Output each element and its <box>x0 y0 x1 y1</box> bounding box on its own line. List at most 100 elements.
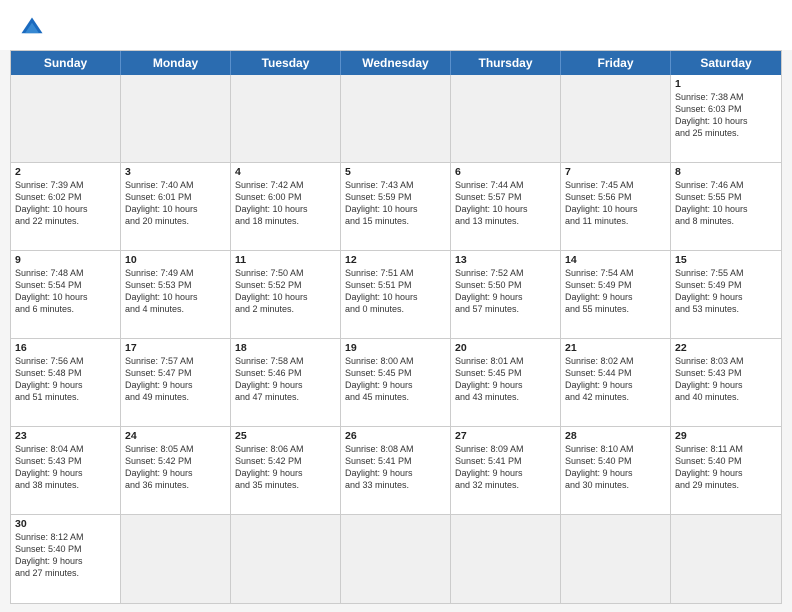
day-info: Sunrise: 8:02 AM Sunset: 5:44 PM Dayligh… <box>565 355 666 404</box>
day-number: 20 <box>455 342 556 354</box>
day-cell-16: 16Sunrise: 7:56 AM Sunset: 5:48 PM Dayli… <box>11 339 121 427</box>
day-info: Sunrise: 7:51 AM Sunset: 5:51 PM Dayligh… <box>345 267 446 316</box>
day-number: 11 <box>235 254 336 266</box>
day-cell-17: 17Sunrise: 7:57 AM Sunset: 5:47 PM Dayli… <box>121 339 231 427</box>
day-cell-empty <box>561 75 671 163</box>
calendar: SundayMondayTuesdayWednesdayThursdayFrid… <box>10 50 782 604</box>
day-info: Sunrise: 7:50 AM Sunset: 5:52 PM Dayligh… <box>235 267 336 316</box>
day-header-sunday: Sunday <box>11 51 121 75</box>
day-header-wednesday: Wednesday <box>341 51 451 75</box>
day-cell-7: 7Sunrise: 7:45 AM Sunset: 5:56 PM Daylig… <box>561 163 671 251</box>
day-number: 9 <box>15 254 116 266</box>
day-number: 22 <box>675 342 777 354</box>
day-info: Sunrise: 8:09 AM Sunset: 5:41 PM Dayligh… <box>455 443 556 492</box>
day-info: Sunrise: 7:54 AM Sunset: 5:49 PM Dayligh… <box>565 267 666 316</box>
day-cell-empty <box>561 515 671 603</box>
day-number: 6 <box>455 166 556 178</box>
day-cell-14: 14Sunrise: 7:54 AM Sunset: 5:49 PM Dayli… <box>561 251 671 339</box>
day-cell-empty <box>341 75 451 163</box>
day-info: Sunrise: 7:45 AM Sunset: 5:56 PM Dayligh… <box>565 179 666 228</box>
day-info: Sunrise: 8:05 AM Sunset: 5:42 PM Dayligh… <box>125 443 226 492</box>
day-cell-22: 22Sunrise: 8:03 AM Sunset: 5:43 PM Dayli… <box>671 339 781 427</box>
day-cell-12: 12Sunrise: 7:51 AM Sunset: 5:51 PM Dayli… <box>341 251 451 339</box>
day-info: Sunrise: 7:48 AM Sunset: 5:54 PM Dayligh… <box>15 267 116 316</box>
day-number: 23 <box>15 430 116 442</box>
day-info: Sunrise: 7:55 AM Sunset: 5:49 PM Dayligh… <box>675 267 777 316</box>
day-cell-empty <box>671 515 781 603</box>
day-info: Sunrise: 7:40 AM Sunset: 6:01 PM Dayligh… <box>125 179 226 228</box>
day-number: 13 <box>455 254 556 266</box>
day-number: 14 <box>565 254 666 266</box>
day-number: 8 <box>675 166 777 178</box>
day-cell-26: 26Sunrise: 8:08 AM Sunset: 5:41 PM Dayli… <box>341 427 451 515</box>
day-info: Sunrise: 8:11 AM Sunset: 5:40 PM Dayligh… <box>675 443 777 492</box>
day-cell-empty <box>231 75 341 163</box>
day-cell-2: 2Sunrise: 7:39 AM Sunset: 6:02 PM Daylig… <box>11 163 121 251</box>
day-number: 30 <box>15 518 116 530</box>
day-cell-29: 29Sunrise: 8:11 AM Sunset: 5:40 PM Dayli… <box>671 427 781 515</box>
day-number: 2 <box>15 166 116 178</box>
day-cell-5: 5Sunrise: 7:43 AM Sunset: 5:59 PM Daylig… <box>341 163 451 251</box>
day-cell-13: 13Sunrise: 7:52 AM Sunset: 5:50 PM Dayli… <box>451 251 561 339</box>
day-info: Sunrise: 7:46 AM Sunset: 5:55 PM Dayligh… <box>675 179 777 228</box>
day-cell-3: 3Sunrise: 7:40 AM Sunset: 6:01 PM Daylig… <box>121 163 231 251</box>
day-number: 1 <box>675 78 777 90</box>
day-number: 21 <box>565 342 666 354</box>
day-cell-1: 1Sunrise: 7:38 AM Sunset: 6:03 PM Daylig… <box>671 75 781 163</box>
day-number: 16 <box>15 342 116 354</box>
day-number: 4 <box>235 166 336 178</box>
day-cell-empty <box>231 515 341 603</box>
day-cell-empty <box>341 515 451 603</box>
day-cell-empty <box>121 515 231 603</box>
day-number: 15 <box>675 254 777 266</box>
day-info: Sunrise: 8:00 AM Sunset: 5:45 PM Dayligh… <box>345 355 446 404</box>
day-cell-10: 10Sunrise: 7:49 AM Sunset: 5:53 PM Dayli… <box>121 251 231 339</box>
day-number: 5 <box>345 166 446 178</box>
day-cell-24: 24Sunrise: 8:05 AM Sunset: 5:42 PM Dayli… <box>121 427 231 515</box>
day-cell-25: 25Sunrise: 8:06 AM Sunset: 5:42 PM Dayli… <box>231 427 341 515</box>
day-number: 27 <box>455 430 556 442</box>
day-info: Sunrise: 7:38 AM Sunset: 6:03 PM Dayligh… <box>675 91 777 140</box>
day-cell-15: 15Sunrise: 7:55 AM Sunset: 5:49 PM Dayli… <box>671 251 781 339</box>
day-number: 29 <box>675 430 777 442</box>
day-number: 26 <box>345 430 446 442</box>
day-info: Sunrise: 7:57 AM Sunset: 5:47 PM Dayligh… <box>125 355 226 404</box>
day-header-saturday: Saturday <box>671 51 781 75</box>
day-info: Sunrise: 7:49 AM Sunset: 5:53 PM Dayligh… <box>125 267 226 316</box>
day-number: 17 <box>125 342 226 354</box>
day-number: 28 <box>565 430 666 442</box>
day-info: Sunrise: 7:43 AM Sunset: 5:59 PM Dayligh… <box>345 179 446 228</box>
day-number: 19 <box>345 342 446 354</box>
day-cell-empty <box>11 75 121 163</box>
day-info: Sunrise: 8:04 AM Sunset: 5:43 PM Dayligh… <box>15 443 116 492</box>
day-cell-21: 21Sunrise: 8:02 AM Sunset: 5:44 PM Dayli… <box>561 339 671 427</box>
logo <box>18 14 54 42</box>
day-info: Sunrise: 7:44 AM Sunset: 5:57 PM Dayligh… <box>455 179 556 228</box>
day-info: Sunrise: 8:10 AM Sunset: 5:40 PM Dayligh… <box>565 443 666 492</box>
day-number: 24 <box>125 430 226 442</box>
day-cell-empty <box>121 75 231 163</box>
day-header-tuesday: Tuesday <box>231 51 341 75</box>
logo-icon <box>18 14 46 42</box>
day-info: Sunrise: 8:01 AM Sunset: 5:45 PM Dayligh… <box>455 355 556 404</box>
day-number: 10 <box>125 254 226 266</box>
day-info: Sunrise: 8:06 AM Sunset: 5:42 PM Dayligh… <box>235 443 336 492</box>
day-info: Sunrise: 7:56 AM Sunset: 5:48 PM Dayligh… <box>15 355 116 404</box>
day-cell-8: 8Sunrise: 7:46 AM Sunset: 5:55 PM Daylig… <box>671 163 781 251</box>
day-cell-empty <box>451 515 561 603</box>
day-number: 25 <box>235 430 336 442</box>
day-cell-empty <box>451 75 561 163</box>
day-number: 3 <box>125 166 226 178</box>
header <box>0 0 792 50</box>
day-info: Sunrise: 7:39 AM Sunset: 6:02 PM Dayligh… <box>15 179 116 228</box>
day-cell-11: 11Sunrise: 7:50 AM Sunset: 5:52 PM Dayli… <box>231 251 341 339</box>
day-number: 18 <box>235 342 336 354</box>
day-cell-4: 4Sunrise: 7:42 AM Sunset: 6:00 PM Daylig… <box>231 163 341 251</box>
day-info: Sunrise: 8:03 AM Sunset: 5:43 PM Dayligh… <box>675 355 777 404</box>
day-cell-18: 18Sunrise: 7:58 AM Sunset: 5:46 PM Dayli… <box>231 339 341 427</box>
day-cell-28: 28Sunrise: 8:10 AM Sunset: 5:40 PM Dayli… <box>561 427 671 515</box>
day-cell-9: 9Sunrise: 7:48 AM Sunset: 5:54 PM Daylig… <box>11 251 121 339</box>
day-cell-6: 6Sunrise: 7:44 AM Sunset: 5:57 PM Daylig… <box>451 163 561 251</box>
day-cell-20: 20Sunrise: 8:01 AM Sunset: 5:45 PM Dayli… <box>451 339 561 427</box>
day-header-thursday: Thursday <box>451 51 561 75</box>
